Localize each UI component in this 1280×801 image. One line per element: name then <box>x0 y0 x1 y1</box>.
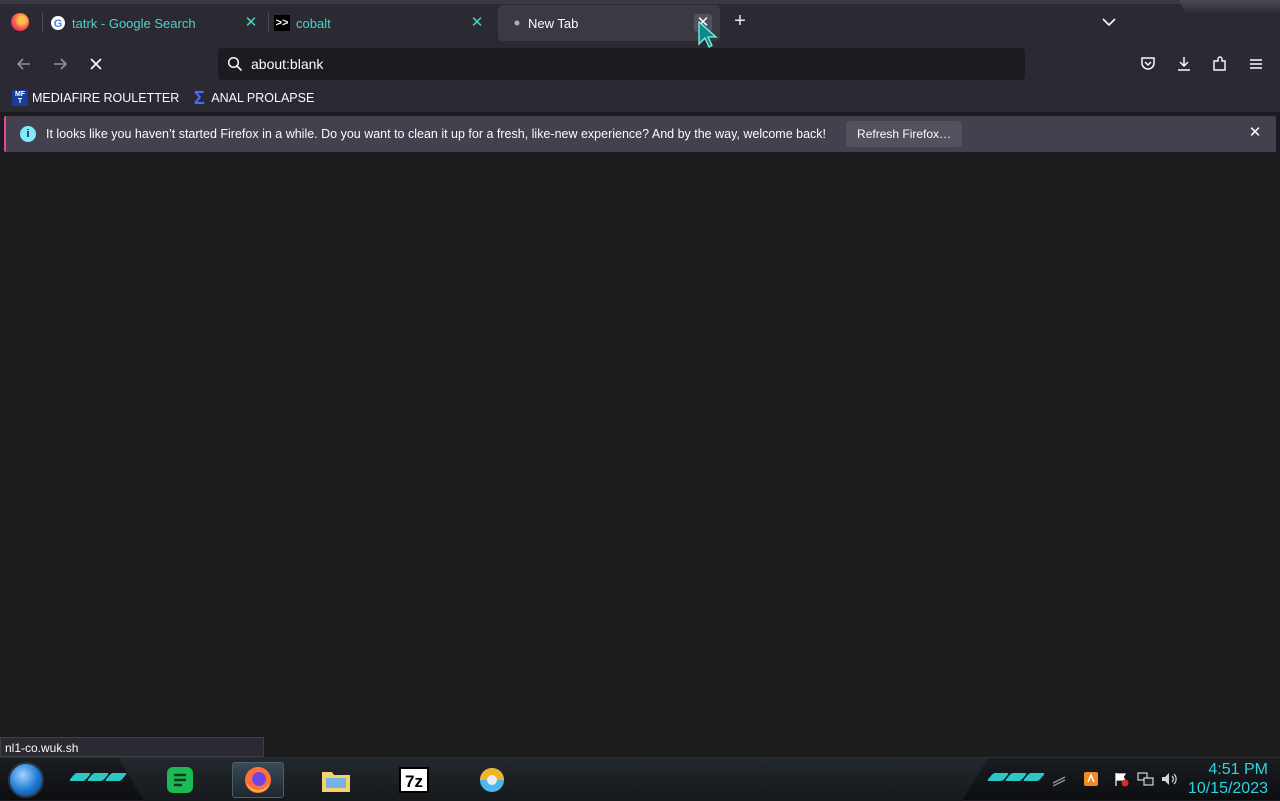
bookmark-label: ANAL PROLAPSE <box>211 91 315 105</box>
url-bar[interactable] <box>218 48 1025 80</box>
7zip-icon: 7z <box>399 767 429 793</box>
tray-network-icon[interactable] <box>1136 770 1154 788</box>
taskbar-browser-app[interactable] <box>466 762 518 798</box>
taskbar: 7z 4:51 PM 10/15/2023 <box>0 757 1280 801</box>
top-edge-decoration <box>0 0 1280 4</box>
taskbar-firefox[interactable] <box>232 762 284 798</box>
tray-orange-icon <box>1084 772 1098 786</box>
action-center-flag-icon <box>1115 773 1129 787</box>
mediafire-icon: MF T <box>12 90 28 106</box>
start-button[interactable] <box>8 762 44 798</box>
tab-strip: G tatrk - Google Search ✕ >> cobalt ✕ Ne… <box>0 0 1280 44</box>
back-button[interactable] <box>12 52 36 76</box>
info-icon: i <box>20 126 36 142</box>
taskbar-file-explorer[interactable] <box>310 762 362 798</box>
mouse-cursor-icon <box>698 20 718 48</box>
show-hidden-icons-button[interactable] <box>1050 770 1068 788</box>
loading-dot-icon <box>512 15 522 31</box>
tab-title: tatrk - Google Search <box>72 15 196 31</box>
puzzle-icon <box>1213 56 1226 71</box>
stop-icon <box>90 58 102 70</box>
hamburger-menu-icon <box>1250 59 1262 69</box>
chevron-down-icon <box>1102 18 1116 27</box>
status-panel: nl1-co.wuk.sh <box>0 737 264 757</box>
clock-date: 10/15/2023 <box>1187 780 1268 797</box>
downloads-button[interactable] <box>1172 52 1196 76</box>
new-tab-button[interactable]: + <box>728 10 752 34</box>
notes-app-icon <box>167 767 193 793</box>
tab-google-search[interactable]: G tatrk - Google Search ✕ <box>50 5 268 41</box>
taskbar-notes-app[interactable] <box>154 762 206 798</box>
tab-title: New Tab <box>528 15 579 31</box>
list-all-tabs-button[interactable] <box>1099 12 1119 32</box>
search-icon <box>227 56 243 72</box>
pocket-icon <box>1141 57 1155 70</box>
app-menu-button[interactable] <box>1244 52 1268 76</box>
7zip-label: 7z <box>405 772 423 791</box>
tray-volume-icon[interactable] <box>1160 770 1178 788</box>
stop-button[interactable] <box>84 52 108 76</box>
close-tab-icon[interactable]: ✕ <box>242 14 260 32</box>
tab-separator <box>42 12 43 32</box>
cobalt-icon: >> <box>274 15 290 31</box>
navigation-toolbar <box>0 44 1280 84</box>
forward-button[interactable] <box>48 52 72 76</box>
download-icon <box>1178 57 1190 71</box>
chevron-up-icon <box>1052 776 1066 787</box>
url-input[interactable] <box>251 56 991 72</box>
tab-separator <box>268 12 269 32</box>
bookmark-anal-prolapse[interactable]: Σ ANAL PROLAPSE <box>191 87 315 108</box>
close-icon[interactable]: ✕ <box>1246 124 1264 142</box>
tray-flag-icon[interactable] <box>1112 770 1130 788</box>
close-tab-icon[interactable]: ✕ <box>468 14 486 32</box>
save-to-pocket-button[interactable] <box>1136 52 1160 76</box>
tab-new-tab[interactable]: New Tab ✕ <box>498 5 720 41</box>
taskbar-clock[interactable]: 4:51 PM 10/15/2023 <box>1188 760 1268 798</box>
window-corner-decoration <box>1178 0 1280 14</box>
taskbar-decoration <box>68 768 128 792</box>
tab-cobalt[interactable]: >> cobalt ✕ <box>274 5 494 41</box>
bookmarks-toolbar: MF T MEDIAFIRE ROULETTER Σ ANAL PROLAPSE <box>0 84 1280 112</box>
bookmark-label: MEDIAFIRE ROULETTER <box>32 91 180 105</box>
bookmark-mediafire-rouletter[interactable]: MF T MEDIAFIRE ROULETTER <box>12 90 179 106</box>
browser-app-icon <box>480 768 504 792</box>
clock-time: 4:51 PM <box>1208 761 1268 778</box>
network-icon <box>1137 772 1154 786</box>
sigma-icon: Σ <box>193 87 205 108</box>
svg-text:G: G <box>54 18 63 30</box>
tray-app-icon[interactable] <box>1082 770 1100 788</box>
arrow-right-icon <box>54 58 68 70</box>
tab-title: cobalt <box>296 15 331 31</box>
firefox-view-icon[interactable] <box>11 13 29 31</box>
volume-icon <box>1162 773 1177 785</box>
refresh-firefox-notification: i It looks like you haven’t started Fire… <box>4 116 1276 152</box>
extensions-button[interactable] <box>1208 52 1232 76</box>
notification-message: It looks like you haven’t started Firefo… <box>46 127 827 141</box>
refresh-firefox-button[interactable]: Refresh Firefox… <box>846 121 963 147</box>
folder-icon <box>322 772 350 792</box>
google-icon: G <box>50 15 66 31</box>
page-content[interactable] <box>0 155 1280 757</box>
firefox-icon <box>245 767 271 793</box>
arrow-left-icon <box>16 58 30 70</box>
taskbar-decoration <box>986 768 1046 792</box>
taskbar-7zip[interactable]: 7z <box>388 762 440 798</box>
